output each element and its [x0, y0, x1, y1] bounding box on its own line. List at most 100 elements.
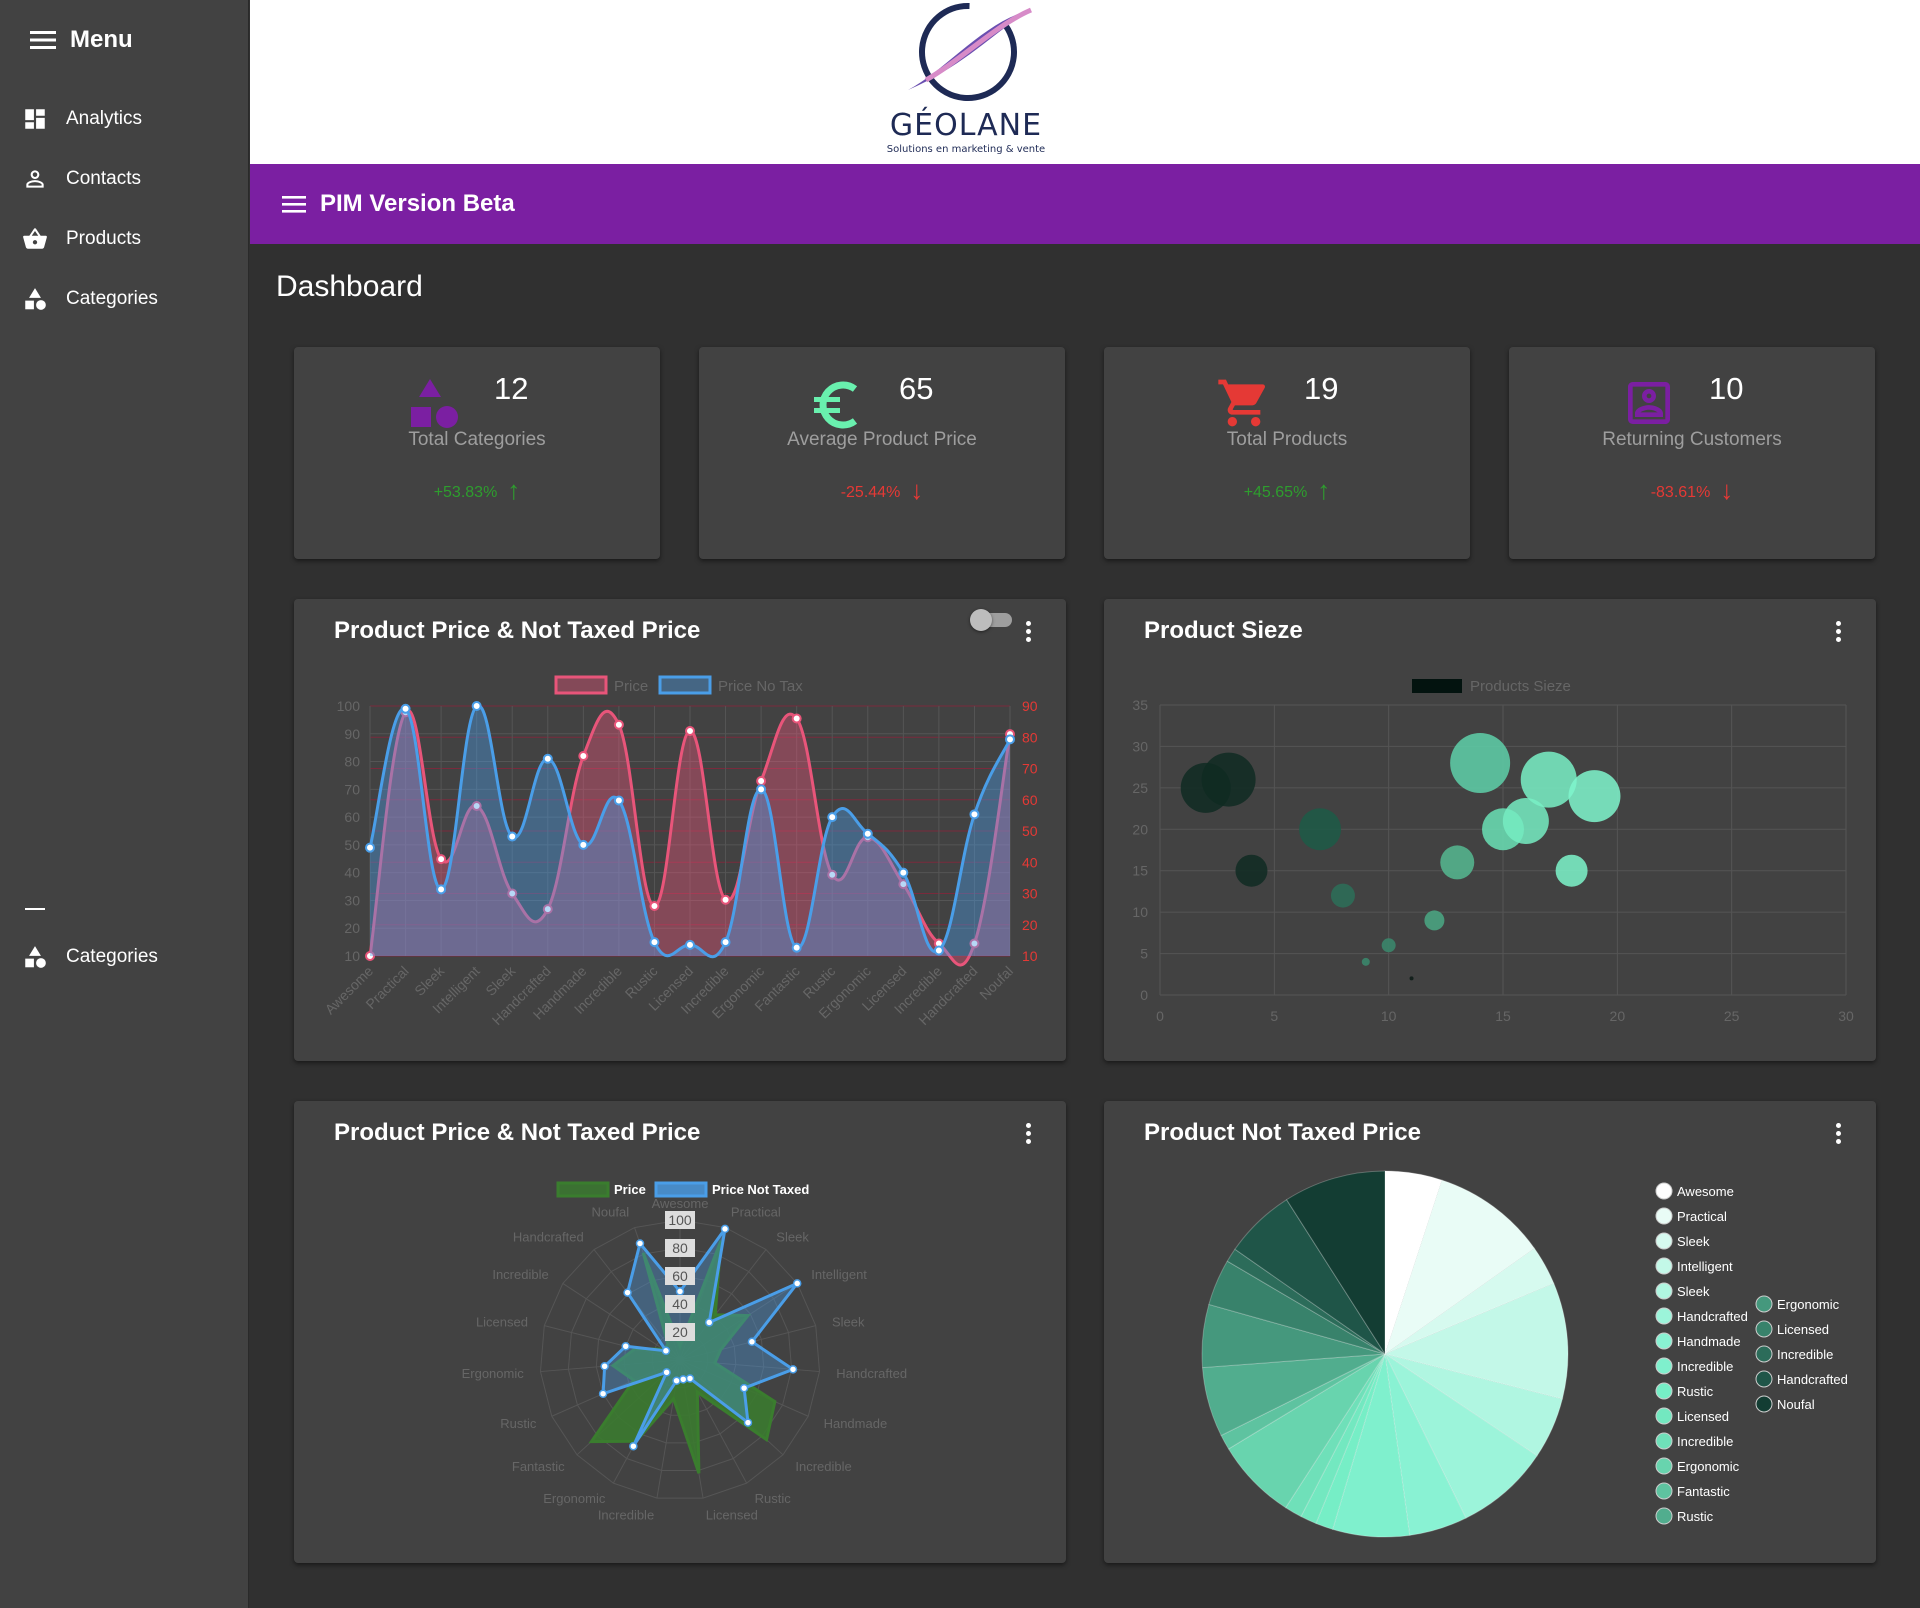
radar-axis-label: Rustic [755, 1491, 792, 1506]
y-tick-label: 15 [1132, 863, 1148, 879]
sidebar-item-label: Analytics [66, 108, 143, 129]
radar-chart: Awesome Practical Sleek Intelligent Sleek Han… [462, 1181, 907, 1523]
chart-toggle-switch[interactable] [970, 607, 1014, 631]
top-app-bar: PIM Version Beta [250, 164, 1920, 244]
data-point [788, 1365, 798, 1374]
person-icon [26, 170, 44, 188]
legend-label: Handcrafted [1677, 1309, 1748, 1324]
stat-change: +53.83% ↑ [433, 475, 521, 505]
page-title: Dashboard [276, 270, 423, 303]
logo-bar: GÉOLANE Solutions en marketing & vente [250, 0, 1920, 164]
sidebar-item-label: Categories [66, 946, 158, 967]
legend-swatch [1655, 1432, 1673, 1450]
data-point [756, 776, 767, 786]
legend-label: Price No Tax [718, 678, 803, 695]
bubble [1555, 854, 1588, 887]
bubble [1440, 845, 1475, 880]
data-point [720, 937, 731, 948]
legend-label: Fantastic [1677, 1484, 1730, 1499]
stat-label: Total Categories [408, 429, 546, 450]
menu-title: Menu [70, 26, 133, 53]
shapes-icon [25, 288, 46, 310]
data-point [507, 831, 518, 842]
legend-swatch [1655, 1507, 1673, 1525]
legend-label: Licensed [1777, 1322, 1829, 1337]
y-tick-label: 20 [344, 920, 360, 936]
legend-swatch [554, 675, 608, 695]
y2-tick-label: 30 [1022, 886, 1038, 902]
legend-label: Incredible [1777, 1347, 1833, 1362]
x-tick-label: 25 [1724, 1008, 1740, 1024]
more-vert-icon[interactable] [1026, 1123, 1032, 1145]
y-tick-label: 5 [1140, 946, 1148, 962]
legend-label: Handmade [1677, 1334, 1741, 1349]
bubble [1235, 854, 1268, 887]
legend-swatch [1755, 1370, 1773, 1388]
sidebar-item-products[interactable]: Products [22, 226, 141, 252]
data-point [685, 1374, 695, 1383]
app-title: PIM Version Beta [320, 190, 515, 217]
y-tick-label: 90 [344, 726, 360, 742]
legend-swatch [1655, 1357, 1673, 1375]
radar-chart-card: Awesome Practical Sleek Intelligent Sleek Han… [294, 1101, 1066, 1563]
legend-label: Ergonomic [1777, 1297, 1840, 1312]
data-point [678, 1375, 688, 1384]
x-tick-label: Noufal [976, 963, 1016, 1003]
company-logo: GÉOLANE Solutions en marketing & vente [886, 0, 1046, 164]
pie-chart-card: Awesome Practical Sleek Intelligent Sleek Han… [1104, 1101, 1876, 1563]
radar-axis-label: Awesome [652, 1196, 709, 1211]
legend-swatch [1655, 1182, 1673, 1200]
more-vert-icon[interactable] [1836, 1123, 1842, 1145]
data-point [933, 945, 944, 956]
y-tick-label: 40 [344, 865, 360, 881]
y-tick-label: 25 [1132, 780, 1148, 796]
legend-swatch [1655, 1457, 1673, 1475]
more-vert-icon[interactable] [1026, 621, 1032, 643]
bubble [1330, 883, 1355, 908]
y-tick-label: 30 [344, 892, 360, 908]
stat-value: 12 [494, 371, 529, 406]
bubble [1381, 938, 1396, 953]
y2-tick-label: 60 [1022, 792, 1038, 808]
stat-value: 19 [1304, 371, 1339, 406]
data-point [756, 784, 767, 795]
bubble [1201, 752, 1256, 807]
menu-header[interactable]: Menu [30, 26, 133, 54]
data-point [613, 795, 624, 806]
x-tick-label: 15 [1495, 1008, 1511, 1024]
legend-swatch [1755, 1320, 1773, 1338]
data-point [471, 701, 482, 711]
data-point [365, 842, 375, 853]
data-point [791, 713, 802, 724]
data-point [542, 753, 553, 764]
stat-value: 65 [899, 371, 934, 406]
bubble [1361, 957, 1370, 966]
y2-tick-label: 10 [1022, 948, 1038, 964]
logo-tagline: Solutions en marketing & vente [886, 144, 1046, 155]
x-tick-label: 10 [1381, 1008, 1397, 1024]
sidebar-item-categories-2[interactable]: Categories [22, 944, 158, 970]
data-point [436, 854, 447, 865]
sidebar-item-categories[interactable]: Categories [22, 286, 158, 312]
sidebar-item-analytics[interactable]: Analytics [22, 106, 142, 132]
section-divider [25, 908, 45, 910]
bubble-chart-card: 0 5 10 15 20 25 30 35 0 5 10 15 20 25 30 Products Sieze… [1104, 599, 1876, 1061]
stat-card-returning-customers: 10 Returning Customers -83.61% ↓ [1509, 347, 1875, 559]
legend-label: Noufal [1777, 1397, 1815, 1412]
stat-change: -25.44% ↓ [840, 475, 924, 505]
hamburger-menu-icon[interactable] [282, 195, 306, 214]
data-point [613, 719, 624, 730]
data-point [862, 828, 873, 839]
y-tick-label: 30 [1132, 738, 1148, 754]
x-tick-label: 30 [1838, 1008, 1854, 1024]
legend-label: Products Sieze [1470, 678, 1571, 695]
data-point [720, 894, 731, 905]
y-tick-label: 35 [1132, 697, 1148, 713]
y-tick-label: 10 [344, 948, 360, 964]
more-vert-icon[interactable] [1836, 621, 1842, 643]
radar-tick-label: 100 [668, 1212, 692, 1228]
radar-axis-label: Handcrafted [836, 1366, 907, 1381]
sidebar-item-contacts[interactable]: Contacts [22, 166, 141, 192]
data-point [791, 942, 802, 953]
arrow-up-icon: ↑ [1317, 475, 1331, 505]
